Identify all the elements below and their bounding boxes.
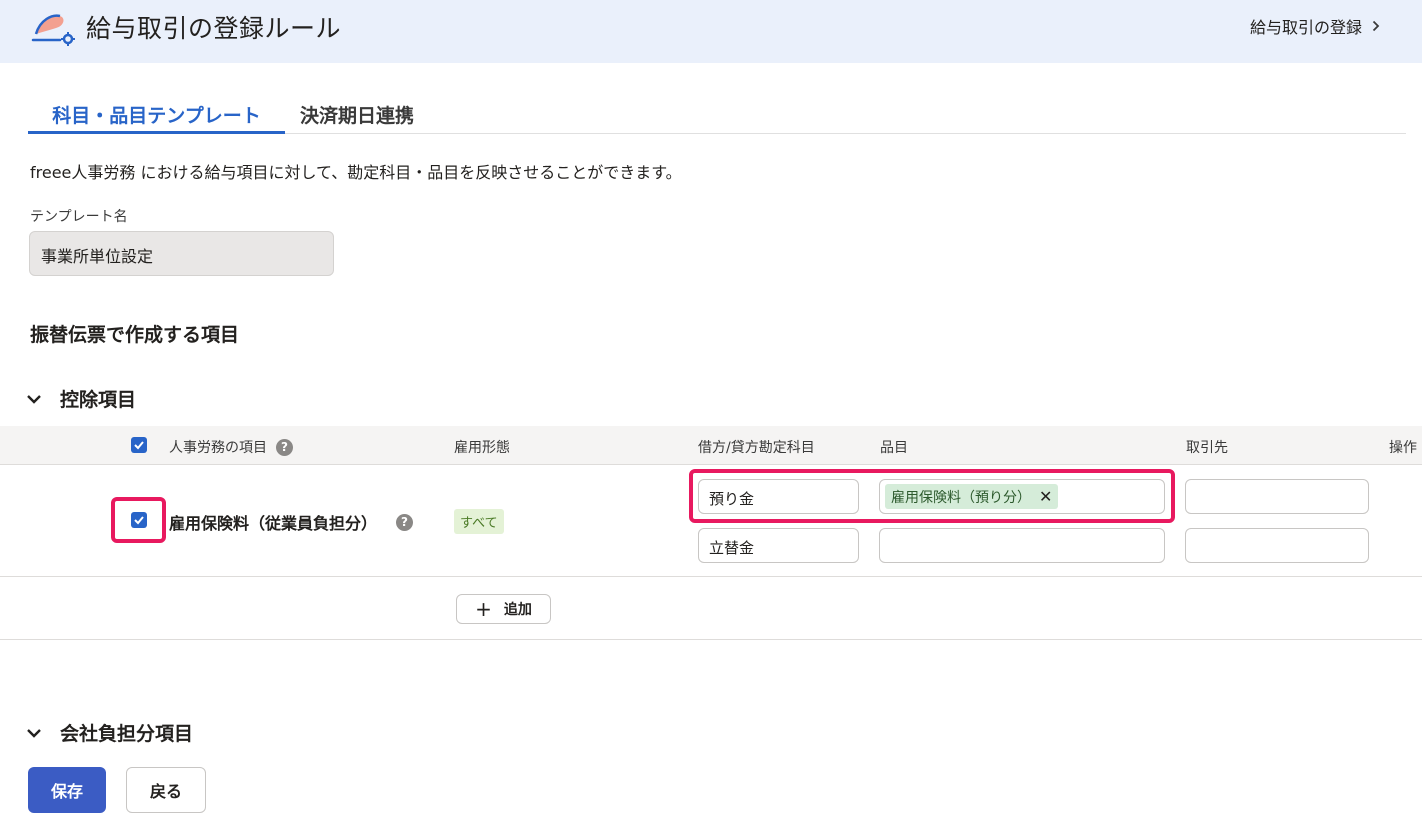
check-icon: [134, 441, 144, 450]
table-header: 人事労務の項目 ? 雇用形態 借方/貸方勘定科目 品目 取引先 操作: [0, 426, 1422, 465]
credit-partner-input[interactable]: [1185, 528, 1369, 563]
add-item-label: 追加: [503, 602, 532, 618]
description-text: freee人事労務 における給与項目に対して、勘定科目・品目を反映させることがで…: [30, 163, 682, 182]
company-group-title: 会社負担分項目: [60, 723, 194, 745]
column-product: 品目: [880, 440, 908, 456]
chevron-right-icon: [1372, 20, 1380, 32]
column-item-label: 人事労務の項目: [169, 440, 267, 456]
chevron-down-icon: [27, 728, 41, 738]
product-tag-label: 雇用保険料（預り分）: [891, 489, 1031, 506]
help-icon[interactable]: ?: [276, 438, 293, 456]
template-name-label: テンプレート名: [30, 209, 128, 225]
column-account: 借方/貸方勘定科目: [698, 440, 815, 456]
tab-payment-due-date[interactable]: 決済期日連携: [300, 101, 414, 128]
payroll-item-name: 雇用保険料（従業員負担分） ?: [169, 510, 414, 534]
select-all-checkbox[interactable]: [131, 437, 147, 453]
column-actions: 操作: [1389, 440, 1417, 456]
plus-icon: +: [475, 597, 492, 621]
section-divider: [0, 639, 1422, 640]
page-title: 給与取引の登録ルール: [86, 14, 342, 43]
close-icon[interactable]: ✕: [1039, 487, 1052, 506]
column-item: 人事労務の項目 ?: [169, 437, 293, 457]
debit-account-input[interactable]: 預り金: [698, 479, 859, 514]
tab-bar: 科目・品目テンプレート 決済期日連携: [28, 96, 1406, 134]
template-name-field: 事業所単位設定: [29, 231, 334, 276]
check-icon: [134, 516, 144, 525]
help-icon[interactable]: ?: [396, 513, 414, 531]
company-group-toggle[interactable]: 会社負担分項目: [26, 719, 193, 746]
chevron-down-icon: [27, 394, 41, 404]
credit-product-input[interactable]: [879, 528, 1165, 563]
product-tag: 雇用保険料（預り分） ✕: [885, 484, 1059, 509]
payroll-registration-link[interactable]: 給与取引の登録: [1250, 14, 1380, 38]
section-title: 振替伝票で作成する項目: [30, 324, 240, 346]
column-partner: 取引先: [1186, 440, 1228, 456]
deduction-group-toggle[interactable]: 控除項目: [26, 385, 136, 412]
back-button[interactable]: 戻る: [126, 767, 206, 813]
add-item-button[interactable]: + 追加: [456, 594, 551, 624]
employment-badge: すべて: [454, 509, 504, 534]
app-header: 給与取引の登録ルール 給与取引の登録: [0, 0, 1422, 63]
payroll-settings-icon: [31, 14, 75, 46]
row-divider: [0, 576, 1422, 577]
credit-account-input[interactable]: 立替金: [698, 528, 859, 563]
payroll-item-label: 雇用保険料（従業員負担分）: [169, 514, 378, 533]
payroll-registration-link-label: 給与取引の登録: [1249, 18, 1362, 37]
tab-account-item-template[interactable]: 科目・品目テンプレート: [28, 101, 285, 134]
deduction-group-title: 控除項目: [60, 389, 137, 411]
save-button[interactable]: 保存: [28, 767, 106, 813]
column-employment: 雇用形態: [454, 440, 510, 456]
debit-partner-input[interactable]: [1185, 479, 1369, 514]
row-checkbox[interactable]: [131, 512, 147, 528]
